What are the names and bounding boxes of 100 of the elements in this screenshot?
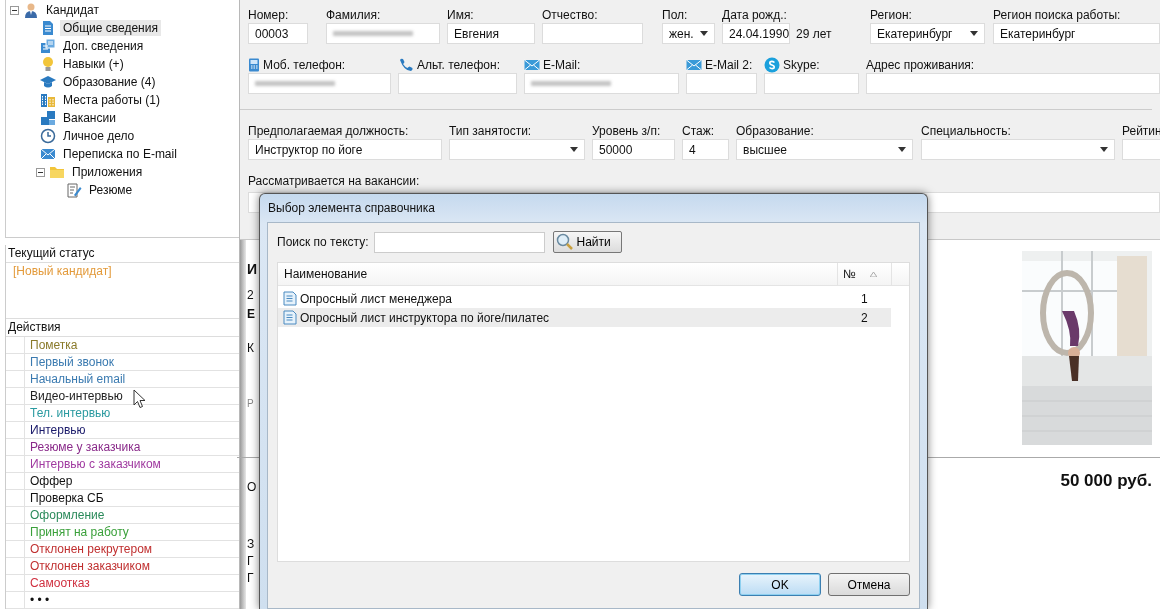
mobile-phone-icon (248, 57, 260, 72)
action-item[interactable]: Отклонен рекрутером (25, 541, 153, 557)
action-item[interactable]: Оффер (25, 473, 73, 489)
field-label: Тип занятости: (449, 123, 532, 138)
field-label: Рейтин (1122, 123, 1160, 138)
action-item[interactable]: Резюме у заказчика (25, 439, 141, 455)
section-header: Текущий статус (6, 245, 239, 263)
field-label: Предполагаемая должность: (248, 123, 409, 138)
list-cell-text: 2 (861, 310, 869, 325)
field-label: Пол: (662, 7, 688, 22)
dropdown[interactable] (921, 139, 1115, 160)
input-field[interactable]: 24.04.1990 (722, 23, 790, 44)
clock-icon (40, 128, 56, 144)
document-icon (283, 310, 297, 325)
document-icon (40, 20, 56, 36)
field-label: Стаж: (682, 123, 715, 138)
ok-button[interactable]: OK (739, 573, 821, 596)
action-item[interactable]: Самоотказ (25, 575, 90, 591)
sort-arrow-icon (869, 271, 877, 277)
dropdown-caret-icon (898, 147, 906, 152)
action-item[interactable]: Тел. интервью (25, 405, 111, 421)
input-field[interactable] (1122, 139, 1160, 160)
action-item[interactable]: Пометка (25, 337, 78, 353)
cards-icon (40, 38, 56, 54)
input-field[interactable] (764, 73, 859, 94)
field-label: Skype: (783, 57, 820, 72)
dropdown-caret-icon (1100, 147, 1108, 152)
field-label: Фамилия: (326, 7, 381, 22)
action-item[interactable]: Первый звонок (25, 354, 114, 370)
blocks-icon (40, 110, 56, 126)
input-field[interactable] (326, 23, 440, 44)
tree-item[interactable]: Образование (4) (60, 74, 159, 90)
input-field[interactable] (398, 73, 517, 94)
input-field[interactable] (686, 73, 757, 94)
action-item[interactable]: Отклонен заказчиком (25, 558, 150, 574)
field-label: Поиск по тексту: (277, 235, 369, 249)
tree-item[interactable]: Кандидат (43, 2, 102, 18)
input-field[interactable]: Евгения (447, 23, 535, 44)
tree-item[interactable]: Места работы (1) (60, 92, 163, 108)
cursor-icon (133, 389, 146, 409)
tree-item[interactable]: Навыки (+) (60, 56, 127, 72)
dropdown-caret-icon (970, 31, 978, 36)
action-item[interactable]: Начальный email (25, 371, 126, 387)
document-text: Г (247, 553, 255, 570)
action-item[interactable]: Интервью (25, 422, 86, 438)
field-label: Специальность: (921, 123, 1011, 138)
cancel-button[interactable]: Отмена (828, 573, 910, 596)
chat-bubble-icon (764, 56, 780, 73)
tree-item[interactable]: Вакансии (60, 110, 119, 126)
tree-item[interactable]: Доп. сведения (60, 38, 147, 54)
input-field[interactable] (248, 73, 391, 94)
dropdown-caret-icon (570, 147, 578, 152)
input-field[interactable]: Екатеринбург (993, 23, 1160, 44)
input-field[interactable] (866, 73, 1160, 94)
field-label: Имя: (447, 7, 474, 22)
action-item[interactable]: Интервью с заказчиком (25, 456, 161, 472)
pen-document-icon (66, 182, 82, 198)
tree-item[interactable]: Приложения (69, 164, 146, 180)
buildings-icon (40, 92, 56, 108)
field-label: Номер: (248, 7, 289, 22)
input-field[interactable]: 00003 (248, 23, 308, 44)
dropdown[interactable]: жен. (662, 23, 715, 44)
search-field[interactable] (374, 231, 546, 253)
action-item[interactable]: Оформление (25, 507, 105, 523)
list-cell-text: Опросный лист инструктора по йоге/пилатес (300, 310, 551, 325)
envelope-icon (686, 58, 702, 71)
tree-item[interactable]: Общие сведения (60, 20, 161, 36)
salary-text: 50 000 руб. (1060, 472, 1152, 489)
input-field[interactable]: Инструктор по йоге (248, 139, 442, 160)
action-item[interactable]: Проверка СБ (25, 490, 104, 506)
field-label: Рассматривается на вакансии: (248, 172, 421, 189)
document-text: Р (247, 397, 255, 411)
tree-item[interactable]: Личное дело (60, 128, 138, 144)
field-label: Альт. телефон: (417, 57, 500, 72)
field-label: Образование: (736, 123, 814, 138)
input-field[interactable]: 50000 (592, 139, 675, 160)
search-button[interactable]: Найти (553, 231, 622, 253)
list-cell-text: Опросный лист менеджера (300, 291, 453, 306)
field-label: Регион: (870, 7, 912, 22)
input-field[interactable] (524, 73, 679, 94)
document-text: К (247, 340, 255, 357)
input-field[interactable] (542, 23, 643, 44)
search-icon (556, 233, 575, 251)
column-header[interactable]: Наименование (278, 263, 838, 285)
field-label: E-Mail 2: (705, 57, 753, 72)
input-field[interactable]: 4 (682, 139, 729, 160)
tree-item[interactable]: Резюме (86, 182, 136, 198)
dropdown[interactable]: Екатеринбург (870, 23, 985, 44)
list-row[interactable]: Опросный лист инструктора по йоге/пилатес 2 (278, 308, 891, 327)
status-value: [Новый кандидат] (12, 263, 113, 280)
lightbulb-icon (40, 56, 56, 72)
action-item[interactable]: Принят на работу (25, 524, 129, 540)
folder-icon (49, 164, 65, 180)
list-row[interactable]: Опросный лист менеджера 1 (278, 289, 891, 308)
dropdown[interactable] (449, 139, 585, 160)
column-header[interactable]: № (843, 267, 856, 281)
dropdown[interactable]: высшее (736, 139, 913, 160)
action-item[interactable]: Видео-интервью (25, 388, 123, 404)
action-item[interactable]: • • • (25, 592, 50, 608)
tree-item[interactable]: Переписка по E-mail (60, 146, 180, 162)
